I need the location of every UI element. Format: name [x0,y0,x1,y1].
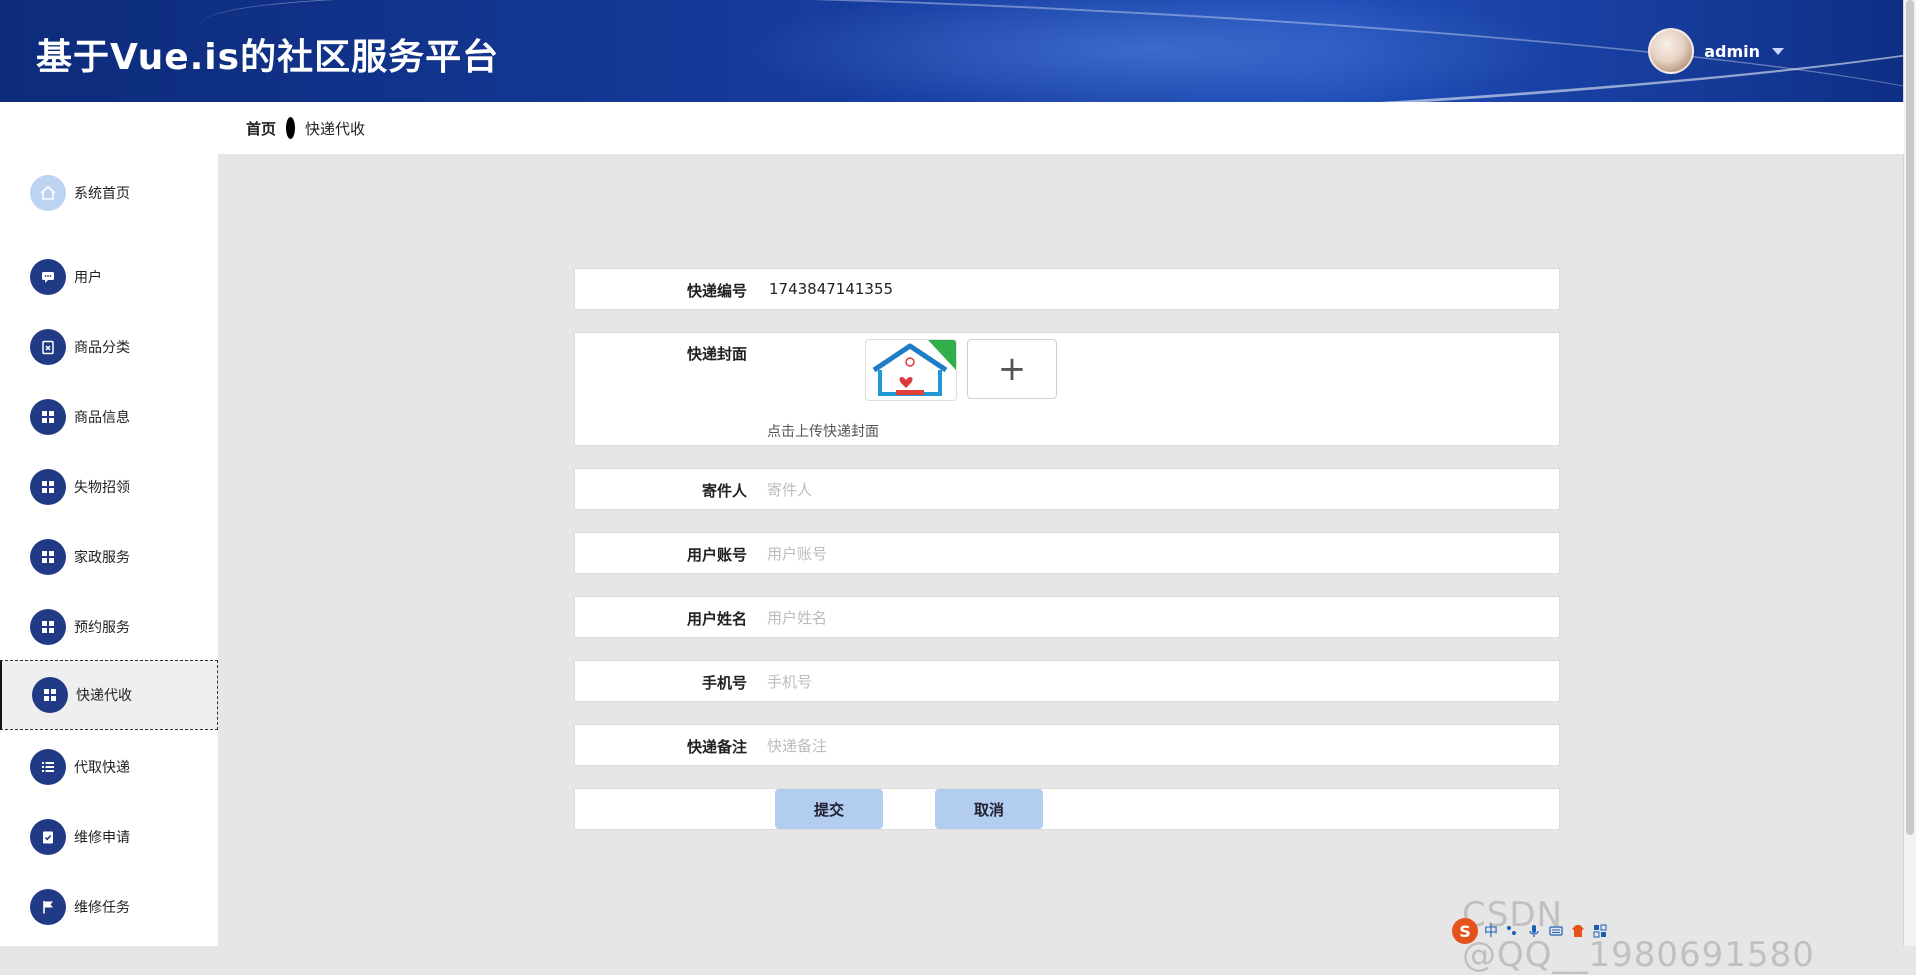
cover-label: 快递封面 [686,345,747,363]
sidebar-item-users[interactable]: 用户 [0,242,218,312]
sidebar-item-label: 代取快递 [74,760,130,776]
caret-down-icon[interactable] [1772,47,1784,55]
cancel-button[interactable]: 取消 [935,789,1043,829]
username[interactable]: admin [1704,42,1760,61]
grid-icon [30,609,66,645]
sidebar-item-housekeeping[interactable]: 家政服务 [0,522,218,592]
user-name-label: 用户姓名 [686,610,747,628]
form-row-remark: 快递备注 [574,724,1560,766]
skin-icon[interactable] [1570,923,1586,939]
sidebar-item-label: 商品分类 [74,340,130,356]
user-account-label: 用户账号 [686,546,747,564]
remark-label: 快递备注 [686,738,747,756]
avatar[interactable] [1648,28,1695,74]
form-row-cover: 快递封面 + 点击上传快递封面 [574,332,1560,446]
user-account-input[interactable] [765,539,1529,569]
sidebar-item-label: 用户 [74,270,102,286]
form-row-user-account: 用户账号 [574,532,1560,574]
ime-toolbar: S 中 [1452,918,1608,944]
sidebar-item-product-info[interactable]: 商品信息 [0,382,218,452]
sidebar-item-booking[interactable]: 预约服务 [0,592,218,662]
express-no-value: 1743847141355 [769,280,894,298]
punctuation-icon[interactable] [1504,923,1520,939]
sidebar-item-label: 维修申请 [74,830,130,846]
top-header: 基于Vue.is的社区服务平台 admin [0,0,1904,102]
sidebar-item-repair-task[interactable]: 维修任务 [0,872,218,942]
sidebar-item-lost-found[interactable]: 失物招领 [0,452,218,522]
grid-icon [30,399,66,435]
page-scrollbar[interactable] [1903,0,1916,946]
phone-label: 手机号 [701,674,747,692]
scrollbar-thumb[interactable] [1906,0,1914,835]
grid-icon [30,539,66,575]
sidebar-item-label: 维修任务 [74,900,130,916]
sidebar-item-label: 家政服务 [74,550,130,566]
user-menu[interactable]: admin [1648,28,1784,74]
sidebar-item-product-category[interactable]: 商品分类 [0,312,218,382]
checklist-icon [30,819,66,855]
form-row-actions: 提交 取消 [574,788,1560,830]
phone-input[interactable] [765,667,1529,697]
sidebar-item-home[interactable]: 系统首页 [0,158,218,228]
flag-icon [30,889,66,925]
cover-add-button[interactable]: + [967,339,1057,399]
clipboard-icon [30,329,66,365]
sidebar-item-label: 预约服务 [74,620,130,636]
form-row-express-no: 快递编号 1743847141355 [574,268,1560,310]
ime-mode[interactable]: 中 [1484,921,1498,941]
sidebar: 系统首页 用户 商品分类 商品信息 失物招领 家政服务 预约服务 快递代收 代取… [0,102,218,946]
sidebar-item-label: 商品信息 [74,410,130,426]
sidebar-item-label: 失物招领 [74,480,130,496]
home-icon [30,175,66,211]
user-name-input[interactable] [765,603,1529,633]
cover-upload-hint[interactable]: 点击上传快递封面 [767,421,879,441]
breadcrumb-home[interactable]: 首页 [246,118,276,139]
keyboard-icon[interactable] [1548,923,1564,939]
sidebar-item-express-receive[interactable]: 快递代收 [0,660,218,730]
app-title: 基于Vue.is的社区服务平台 [36,37,500,78]
sender-input[interactable] [765,475,1529,505]
form-row-user-name: 用户姓名 [574,596,1560,638]
microphone-icon[interactable] [1526,923,1542,939]
toolbox-icon[interactable] [1592,923,1608,939]
sidebar-item-express-pickup[interactable]: 代取快递 [0,732,218,802]
sidebar-item-label: 快递代收 [76,688,132,704]
breadcrumb-current: 快递代收 [305,119,366,138]
cover-thumbnail[interactable] [865,339,957,401]
breadcrumb: 首页 快递代收 [218,102,1904,154]
form-row-sender: 寄件人 [574,468,1560,510]
chat-icon [30,259,66,295]
list-icon [30,749,66,785]
breadcrumb-separator-icon [286,117,296,139]
express-no-label: 快递编号 [686,282,747,300]
sender-label: 寄件人 [701,482,747,500]
sidebar-item-label: 系统首页 [74,186,130,202]
form-row-phone: 手机号 [574,660,1560,702]
sidebar-item-repair-request[interactable]: 维修申请 [0,802,218,872]
sogou-ime-icon[interactable]: S [1452,918,1478,944]
submit-button[interactable]: 提交 [775,789,883,829]
grid-icon [32,677,68,713]
remark-input[interactable] [765,731,1529,761]
grid-icon [30,469,66,505]
